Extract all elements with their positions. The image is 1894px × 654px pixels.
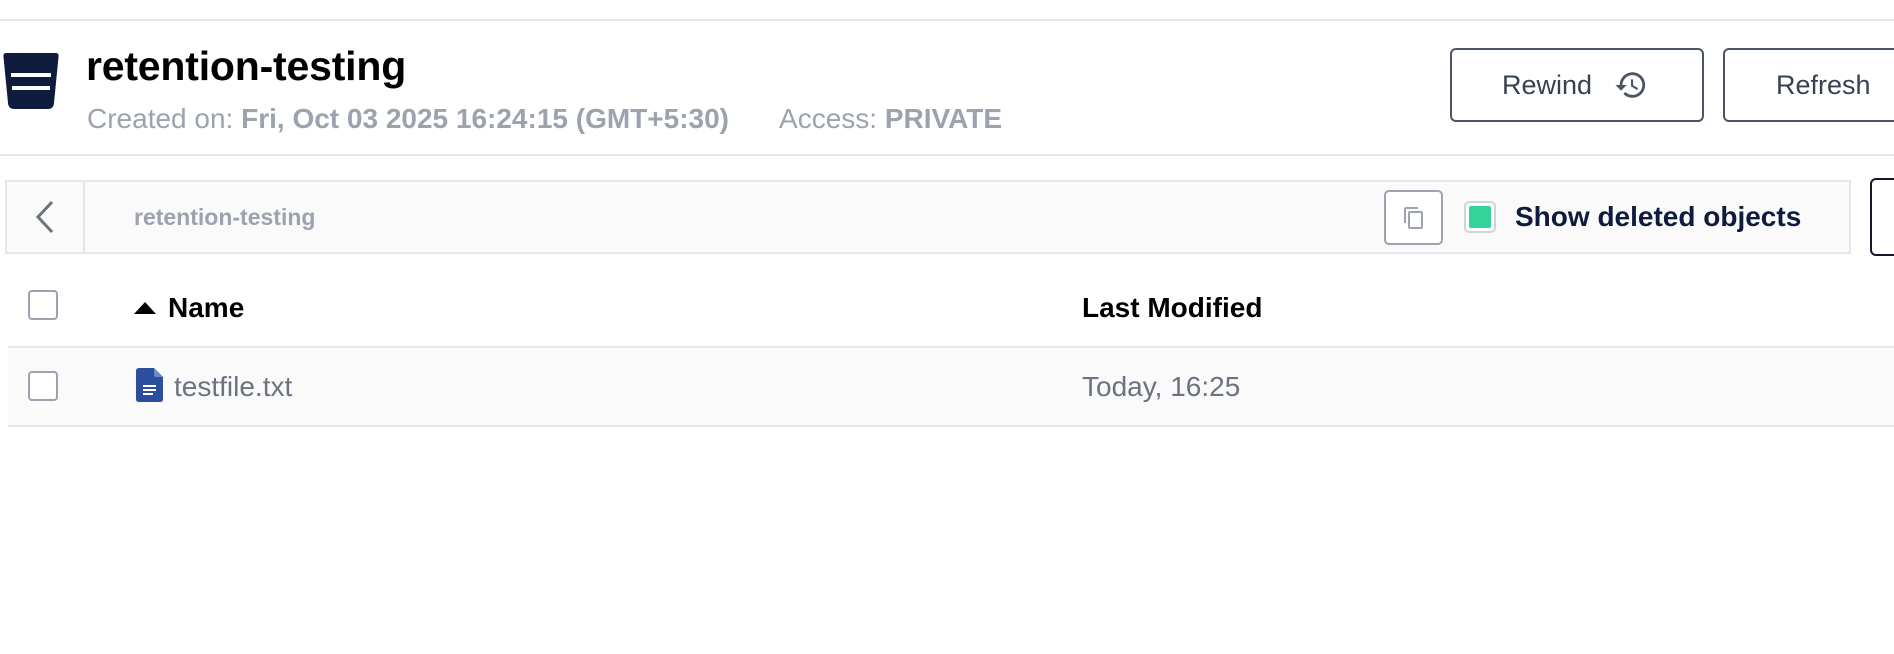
breadcrumb: retention-testing [134, 204, 316, 230]
side-action-button[interactable] [1870, 178, 1894, 256]
back-button[interactable] [7, 182, 85, 252]
text-file-icon [136, 368, 163, 402]
bucket-icon [3, 53, 59, 109]
bucket-meta: Created on: Fri, Oct 03 2025 16:24:15 (G… [87, 103, 1002, 135]
access-label: Access: [779, 103, 878, 134]
page-title: retention-testing [86, 43, 407, 89]
file-name[interactable]: testfile.txt [174, 371, 292, 403]
created-label: Created on: [87, 103, 234, 134]
copy-icon [1403, 206, 1423, 229]
select-all-checkbox[interactable] [28, 290, 58, 320]
row-checkbox[interactable] [28, 371, 58, 401]
history-icon [1615, 72, 1646, 98]
bucket-header: retention-testing Created on: Fri, Oct 0… [0, 21, 1894, 156]
copy-path-button[interactable] [1384, 190, 1443, 245]
rewind-button[interactable]: Rewind [1450, 48, 1704, 122]
refresh-label: Refresh [1776, 69, 1871, 100]
column-name-label: Name [168, 292, 245, 323]
path-bar: retention-testing Show deleted objects [5, 180, 1851, 254]
column-header-name[interactable]: Name [134, 292, 244, 324]
column-header-last-modified[interactable]: Last Modified [1082, 292, 1262, 324]
rewind-label: Rewind [1502, 69, 1593, 100]
show-deleted-label[interactable]: Show deleted objects [1515, 201, 1801, 233]
table-header: Name Last Modified [8, 272, 1894, 348]
created-value: Fri, Oct 03 2025 16:24:15 (GMT+5:30) [241, 103, 730, 134]
access-value: PRIVATE [884, 103, 1003, 134]
show-deleted-checkbox[interactable] [1464, 201, 1496, 233]
refresh-button[interactable]: Refresh [1723, 48, 1894, 122]
chevron-left-icon [35, 200, 54, 234]
table-row[interactable]: testfile.txt Today, 16:25 [8, 348, 1894, 427]
file-last-modified: Today, 16:25 [1082, 371, 1241, 402]
checkbox-checked-indicator [1469, 206, 1491, 228]
sort-up-icon [134, 302, 156, 314]
